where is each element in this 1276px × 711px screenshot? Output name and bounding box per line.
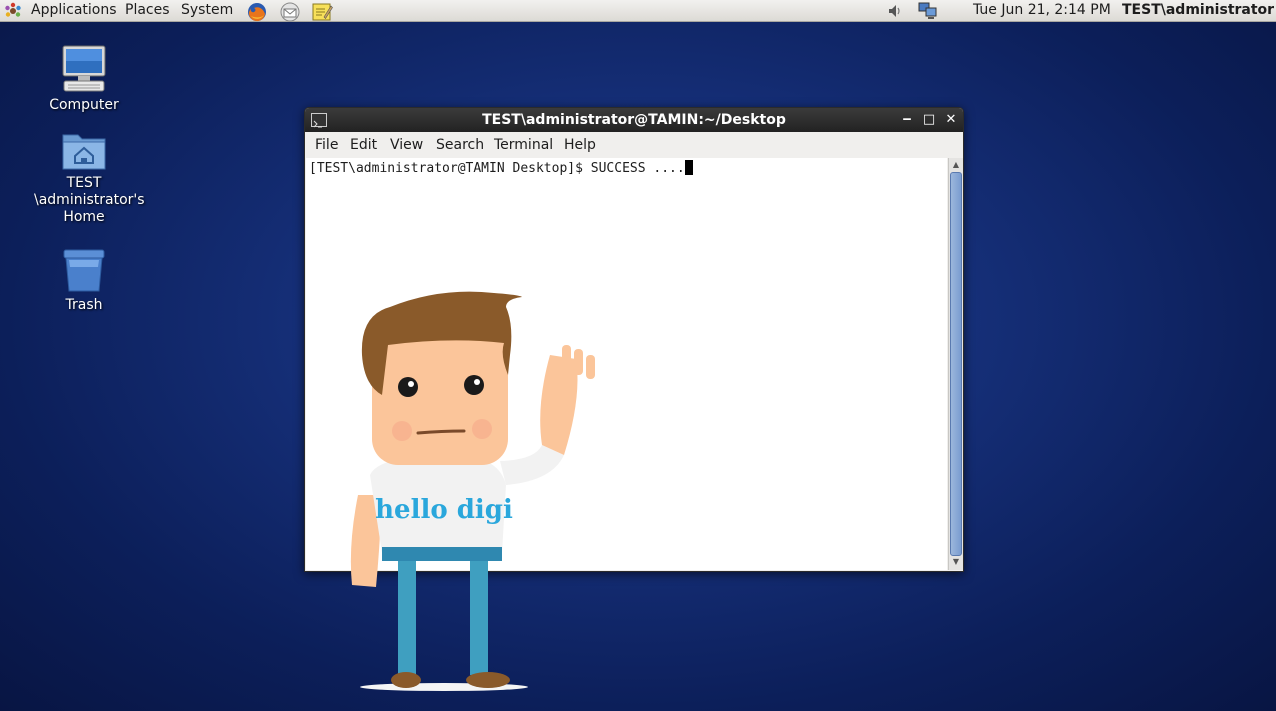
terminal-app-icon[interactable]	[311, 113, 327, 128]
email-icon[interactable]	[279, 1, 300, 22]
text-cursor	[684, 160, 693, 175]
close-button[interactable]: ✕	[942, 111, 960, 129]
scroll-up-arrow-icon[interactable]: ▲	[950, 159, 962, 171]
text-editor-icon[interactable]	[311, 1, 333, 21]
terminal-line: [TEST\administrator@TAMIN Desktop]$ SUCC…	[309, 160, 693, 176]
menu-terminal[interactable]: Terminal	[494, 137, 553, 153]
home-folder-icon	[62, 134, 106, 170]
desktop-icon-home[interactable]: TEST \administrator's Home	[34, 129, 145, 226]
window-title: TEST\administrator@TAMIN:~/Desktop	[482, 112, 786, 128]
gnome-foot-icon[interactable]	[3, 1, 23, 21]
user-menu[interactable]: TEST\administrator	[1122, 0, 1274, 22]
computer-icon	[62, 45, 106, 92]
places-menu[interactable]: Places	[125, 0, 170, 22]
terminal-scrollbar[interactable]: ▲ ▼	[948, 158, 963, 570]
terminal-line-text: [TEST\administrator@TAMIN Desktop]$ SUCC…	[309, 161, 685, 176]
mascot-illustration: hello digi	[350, 291, 595, 691]
menu-edit[interactable]: Edit	[350, 137, 377, 153]
desktop-icon-label: TEST \administrator's Home	[34, 175, 145, 225]
menu-help[interactable]: Help	[564, 137, 596, 153]
trash-icon	[63, 249, 105, 292]
desktop-icon-computer[interactable]: Computer	[34, 45, 134, 114]
minimize-button[interactable]: ‒	[898, 111, 916, 129]
scroll-down-arrow-icon[interactable]: ▼	[950, 556, 962, 568]
network-icon[interactable]	[917, 1, 937, 21]
desktop-icon-label: Computer	[49, 97, 119, 113]
volume-icon[interactable]	[885, 1, 905, 21]
menu-search[interactable]: Search	[436, 137, 484, 153]
desktop-icon-label: Trash	[65, 297, 103, 313]
top-panel: Applications Places System Tue Jun 21, 2…	[0, 0, 1276, 22]
desktop-icon-trash[interactable]: Trash	[34, 247, 134, 314]
scrollbar-thumb[interactable]	[950, 172, 962, 556]
menu-file[interactable]: File	[315, 137, 338, 153]
maximize-button[interactable]: □	[920, 111, 938, 129]
firefox-icon[interactable]	[246, 1, 266, 22]
shirt-text: hello digi	[375, 495, 513, 525]
menu-view[interactable]: View	[390, 137, 423, 153]
applications-menu[interactable]: Applications	[31, 0, 117, 22]
system-menu[interactable]: System	[181, 0, 233, 22]
terminal-titlebar[interactable]: TEST\administrator@TAMIN:~/Desktop ‒ □ ✕	[305, 108, 963, 132]
clock[interactable]: Tue Jun 21, 2:14 PM	[973, 0, 1111, 22]
terminal-menubar: File Edit View Search Terminal Help	[305, 132, 963, 158]
